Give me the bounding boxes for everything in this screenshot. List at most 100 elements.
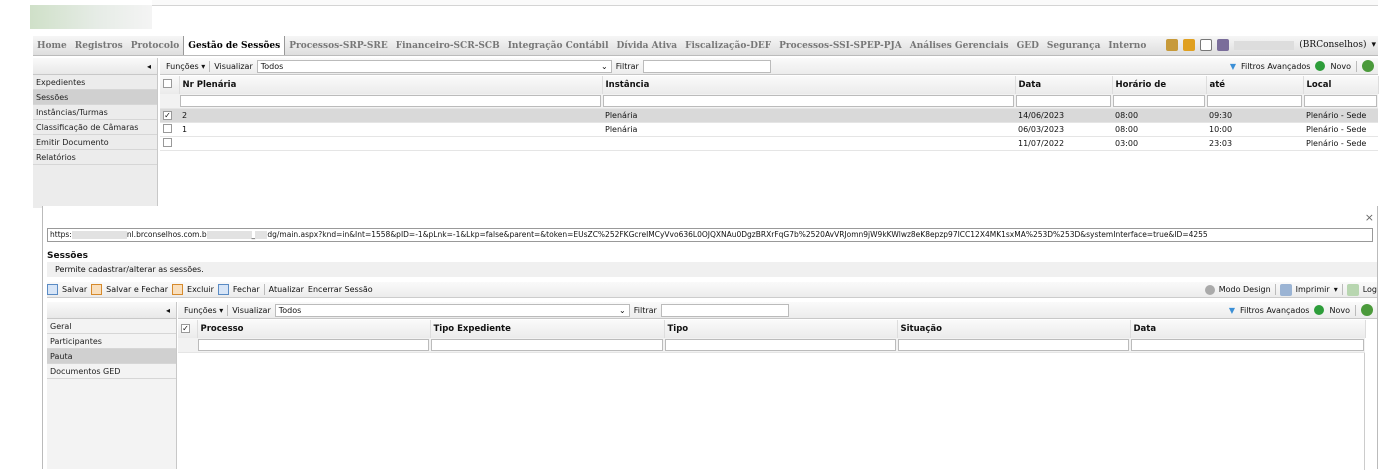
filter-icon: ▼	[1229, 61, 1236, 71]
dialog-description: Permite cadastrar/alterar as sessões.	[47, 262, 1377, 277]
sidebar-item-documentos[interactable]: Documentos GED	[47, 364, 176, 379]
menu-ged[interactable]: GED	[1013, 41, 1043, 51]
sidebar-item-sessoes[interactable]: Sessões	[33, 90, 157, 105]
chevron-down-icon[interactable]: ▾	[1334, 285, 1338, 294]
refresh-icon[interactable]	[1361, 304, 1373, 316]
advanced-filters-button[interactable]: Filtros Avançados	[1240, 306, 1309, 315]
save-button[interactable]: Salvar	[62, 285, 87, 294]
menu-fiscalizacao[interactable]: Fiscalização-DEF	[681, 41, 775, 51]
end-session-button[interactable]: Encerrar Sessão	[308, 285, 373, 294]
col-data[interactable]: Data	[1130, 320, 1366, 338]
menu-processos-ssi[interactable]: Processos-SSI-SPEP-PJA	[775, 41, 906, 51]
select-all[interactable]	[160, 76, 180, 94]
sidebar-item-instancias[interactable]: Instâncias/Turmas	[33, 105, 157, 120]
menu-processos-srp[interactable]: Processos-SRP-SRE	[285, 41, 392, 51]
cell-instancia	[602, 136, 1015, 151]
advanced-filters-button[interactable]: Filtros Avançados	[1241, 62, 1310, 71]
broom-icon[interactable]	[1183, 39, 1196, 51]
dialog-toolbar-right: Modo Design Imprimir ▾ Log	[1204, 283, 1377, 296]
log-icon	[1346, 283, 1359, 296]
refresh-icon[interactable]	[1362, 60, 1374, 72]
filter-input[interactable]	[642, 59, 771, 73]
cell-fim: 10:00	[1206, 122, 1303, 137]
new-button[interactable]: Novo	[1330, 62, 1351, 71]
menu-divida[interactable]: Dívida Ativa	[612, 41, 681, 51]
functions-menu[interactable]: Funções ▾	[184, 306, 223, 315]
url-redacted	[71, 231, 127, 239]
gear-icon	[1204, 284, 1215, 295]
sidebar-item-pauta[interactable]: Pauta	[47, 349, 176, 364]
row-checkbox[interactable]: ✓	[163, 111, 172, 120]
chevron-down-icon: ⌄	[601, 61, 608, 71]
filter-instancia[interactable]	[603, 95, 1014, 107]
col-processo[interactable]: Processo	[197, 320, 431, 338]
col-data[interactable]: Data	[1015, 76, 1113, 94]
col-local[interactable]: Local	[1303, 76, 1379, 94]
chevron-down-icon: ⌄	[619, 305, 626, 315]
log-button[interactable]: Log	[1363, 285, 1377, 294]
sidebar-item-participantes[interactable]: Participantes	[47, 334, 176, 349]
tools-icon[interactable]	[1166, 39, 1179, 51]
menu-home[interactable]: Home	[33, 41, 71, 51]
design-mode-button[interactable]: Modo Design	[1219, 285, 1271, 294]
row-checkbox[interactable]	[163, 138, 172, 147]
menu-registros[interactable]: Registros	[71, 41, 127, 51]
cell-instancia: Plenária	[602, 122, 1015, 137]
save-icon	[47, 284, 58, 295]
filter-data[interactable]	[1016, 95, 1111, 107]
collapse-icon[interactable]: ◂	[33, 58, 157, 75]
refresh-button[interactable]: Atualizar	[269, 285, 304, 294]
menu-gestao-sessoes[interactable]: Gestão de Sessões	[183, 36, 286, 55]
filter-processo[interactable]	[198, 339, 429, 351]
filter-input[interactable]	[660, 303, 789, 317]
sidebar-item-expedientes[interactable]: Expedientes	[33, 75, 157, 90]
col-instancia[interactable]: Instância	[602, 76, 1016, 94]
filter-ate[interactable]	[1207, 95, 1302, 107]
sidebar-item-relatorios[interactable]: Relatórios	[33, 150, 157, 165]
filter-local[interactable]	[1304, 95, 1377, 107]
sidebar-item-emitir[interactable]: Emitir Documento	[33, 135, 157, 150]
row-checkbox[interactable]	[163, 124, 172, 133]
select-all[interactable]: ✓	[178, 320, 198, 338]
view-select[interactable]: Todos ⌄	[274, 303, 630, 317]
collapse-icon[interactable]: ◂	[47, 302, 176, 319]
filter-tipo[interactable]	[665, 339, 896, 351]
functions-menu[interactable]: Funções ▾	[166, 62, 205, 71]
table-row[interactable]: ✓ 2 Plenária 14/06/2023 08:00 09:30 Plen…	[160, 108, 1378, 123]
filter-horario[interactable]	[1113, 95, 1205, 107]
menu-integracao[interactable]: Integração Contábil	[504, 41, 613, 51]
col-situacao[interactable]: Situação	[897, 320, 1131, 338]
home-icon[interactable]	[1200, 39, 1213, 51]
new-button[interactable]: Novo	[1329, 306, 1350, 315]
chevron-down-icon[interactable]: ▾	[1371, 40, 1376, 50]
filter-data[interactable]	[1131, 339, 1364, 351]
col-horario[interactable]: Horário de	[1112, 76, 1207, 94]
menu-analises[interactable]: Análises Gerenciais	[906, 41, 1013, 51]
view-select[interactable]: Todos ⌄	[256, 59, 612, 73]
user-name[interactable]: (BRConselhos)	[1299, 40, 1366, 50]
col-nr-plenaria[interactable]: Nr Plenária	[179, 76, 603, 94]
col-tipo[interactable]: Tipo	[664, 320, 898, 338]
sidebar-item-geral[interactable]: Geral	[47, 319, 176, 334]
close-button[interactable]: Fechar	[233, 285, 260, 294]
url-field[interactable]: https: nl.brconselhos.com.b _ dg/main.aspx?…	[47, 228, 1373, 242]
delete-button[interactable]: Excluir	[187, 285, 214, 294]
filter-situacao[interactable]	[898, 339, 1129, 351]
user-icon[interactable]	[1217, 39, 1230, 51]
sidebar-item-camaras[interactable]: Classificação de Câmaras	[33, 120, 157, 135]
table-row[interactable]: 11/07/2022 03:00 23:03 Plenário - Sede	[160, 136, 1378, 151]
table-row[interactable]: 1 Plenária 06/03/2023 08:00 10:00 Plenár…	[160, 122, 1378, 137]
save-close-button[interactable]: Salvar e Fechar	[106, 285, 168, 294]
menu-protocolo[interactable]: Protocolo	[127, 41, 184, 51]
col-tipo-expediente[interactable]: Tipo Expediente	[430, 320, 665, 338]
menu-seguranca[interactable]: Segurança	[1043, 41, 1105, 51]
filter-tipo-expediente[interactable]	[431, 339, 663, 351]
close-icon[interactable]: ×	[1365, 211, 1374, 224]
cell-data: 06/03/2023	[1015, 122, 1112, 137]
print-button[interactable]: Imprimir	[1296, 285, 1330, 294]
menu-interno[interactable]: Interno	[1104, 41, 1150, 51]
add-icon	[1315, 61, 1326, 71]
menu-financeiro[interactable]: Financeiro-SCR-SCB	[392, 41, 504, 51]
col-ate[interactable]: até	[1206, 76, 1304, 94]
filter-nr[interactable]	[180, 95, 601, 107]
